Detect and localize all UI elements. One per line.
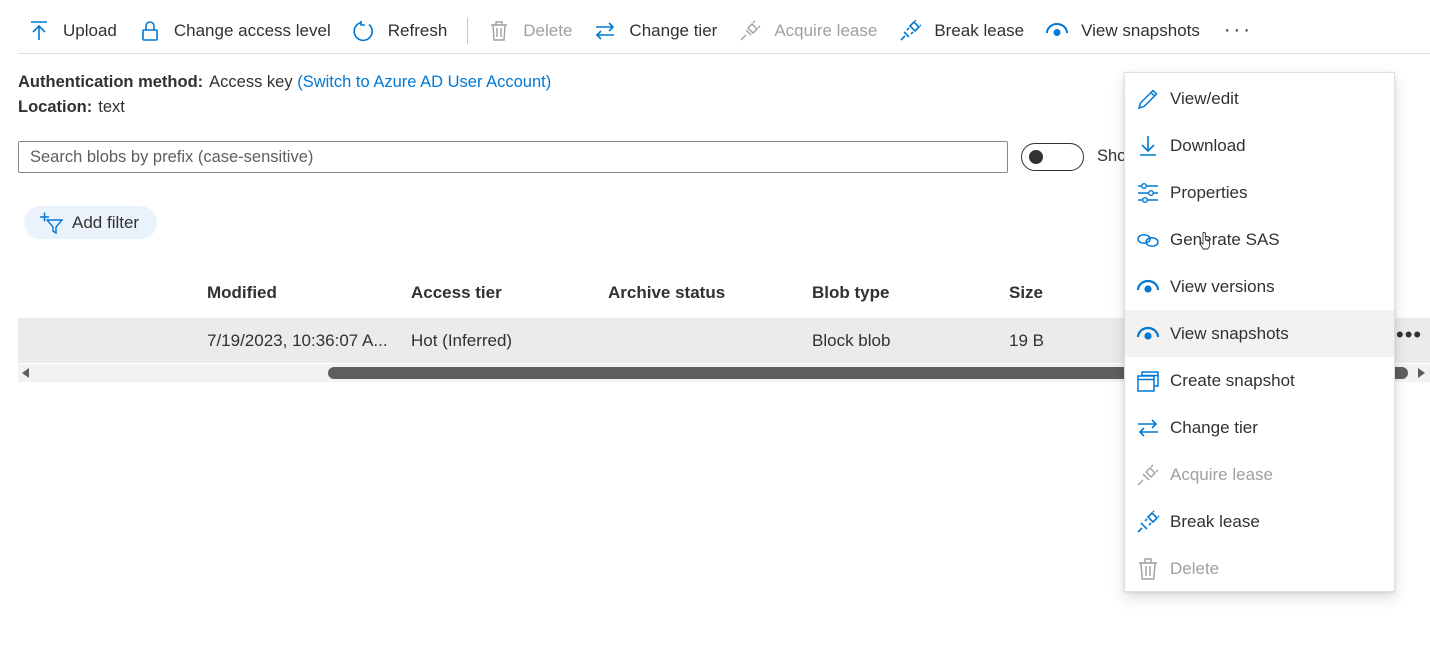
cell-modified: 7/19/2023, 10:36:07 A...	[207, 331, 388, 350]
menu-item-label: Break lease	[1170, 511, 1260, 531]
scroll-right-arrow[interactable]	[1418, 368, 1425, 378]
menu-item-acquire-lease[interactable]: Acquire lease	[1125, 451, 1394, 498]
location-label: Location:	[18, 98, 93, 116]
menu-item-delete[interactable]: Delete	[1125, 545, 1394, 592]
location-line: Location: text	[18, 98, 125, 117]
auth-method-value: Access key	[209, 73, 293, 91]
menu-item-create-snapshot[interactable]: Create snapshot	[1125, 357, 1394, 404]
toggle-knob	[1029, 150, 1043, 164]
eye-icon	[1136, 275, 1160, 299]
cell-size: 19 B	[1009, 331, 1044, 350]
menu-item-label: Generate SAS	[1170, 229, 1280, 249]
snapshot-icon	[1136, 369, 1160, 393]
switch-to-azure-ad-link[interactable]: (Switch to Azure AD User Account)	[297, 73, 551, 91]
menu-item-view-edit[interactable]: View/edit	[1125, 75, 1394, 122]
change-access-level-button[interactable]: Change access level	[129, 9, 343, 53]
menu-item-label: Delete	[1170, 558, 1220, 578]
show-deleted-toggle[interactable]	[1021, 143, 1084, 171]
command-bar: Upload Change access level Refresh Delet…	[18, 8, 1430, 54]
eye-icon	[1136, 322, 1160, 346]
row-more-actions-button[interactable]: •••	[1396, 322, 1422, 348]
download-icon	[1136, 134, 1160, 158]
cell-blob-type: Block blob	[812, 331, 891, 350]
auth-method-label: Authentication method:	[18, 73, 204, 91]
toolbar-divider	[467, 17, 469, 44]
more-commands-button[interactable]: ···	[1212, 9, 1265, 53]
break-lease-button[interactable]: Break lease	[889, 9, 1036, 53]
menu-item-properties[interactable]: Properties	[1125, 169, 1394, 216]
menu-item-break-lease[interactable]: Break lease	[1125, 498, 1394, 545]
menu-item-download[interactable]: Download	[1125, 122, 1394, 169]
view-snapshots-button[interactable]: View snapshots	[1036, 9, 1212, 53]
refresh-label: Refresh	[387, 20, 448, 40]
trash-icon	[1136, 557, 1160, 581]
change-tier-label: Change tier	[629, 20, 718, 40]
menu-item-view-versions[interactable]: View versions	[1125, 263, 1394, 310]
menu-item-generate-sas[interactable]: Generate SAS	[1125, 216, 1394, 263]
upload-icon	[28, 20, 50, 42]
add-filter-label: Add filter	[72, 212, 140, 232]
view-snapshots-label: View snapshots	[1081, 20, 1200, 40]
unplug-icon	[1136, 509, 1160, 534]
menu-item-label: Download	[1170, 135, 1246, 155]
menu-item-view-snapshots[interactable]: View snapshots	[1125, 310, 1394, 357]
swap-arrows-icon	[1136, 416, 1160, 440]
column-header-modified[interactable]: Modified	[207, 283, 277, 303]
mouse-cursor-icon	[1199, 232, 1210, 250]
pencil-icon	[1136, 87, 1160, 111]
refresh-icon	[353, 20, 375, 42]
menu-item-label: View snapshots	[1170, 323, 1289, 343]
authentication-method-line: Authentication method: Access key (Switch…	[18, 73, 551, 92]
menu-item-label: Create snapshot	[1170, 370, 1295, 390]
menu-item-label: Change tier	[1170, 417, 1258, 437]
add-filter-icon	[38, 212, 66, 234]
change-access-level-label: Change access level	[173, 20, 331, 40]
upload-label: Upload	[63, 20, 117, 40]
upload-button[interactable]: Upload	[18, 9, 129, 53]
menu-item-change-tier[interactable]: Change tier	[1125, 404, 1394, 451]
unplug-icon	[899, 19, 922, 42]
eye-icon	[1046, 20, 1069, 42]
menu-item-label: View/edit	[1170, 88, 1239, 108]
plug-icon	[739, 20, 761, 42]
lock-icon	[139, 20, 161, 42]
menu-item-label: Properties	[1170, 182, 1248, 202]
plug-icon	[1136, 463, 1160, 487]
sliders-icon	[1136, 181, 1160, 205]
refresh-button[interactable]: Refresh	[343, 9, 460, 53]
menu-item-label: View versions	[1170, 276, 1275, 296]
menu-item-label: Acquire lease	[1170, 464, 1274, 484]
trash-icon	[488, 20, 510, 42]
search-blobs-input[interactable]	[18, 141, 1008, 173]
blob-context-menu: View/edit Download Properties Generate S…	[1124, 72, 1395, 592]
delete-label: Delete	[523, 20, 573, 40]
link-icon	[1136, 228, 1160, 252]
column-header-access-tier[interactable]: Access tier	[411, 283, 502, 303]
swap-arrows-icon	[594, 20, 616, 42]
cell-access-tier: Hot (Inferred)	[411, 331, 513, 350]
acquire-lease-label: Acquire lease	[774, 20, 878, 40]
change-tier-button[interactable]: Change tier	[584, 9, 729, 53]
scroll-left-arrow[interactable]	[22, 368, 29, 378]
acquire-lease-button[interactable]: Acquire lease	[729, 9, 889, 53]
add-filter-button[interactable]: Add filter	[24, 206, 158, 239]
column-header-blob-type[interactable]: Blob type	[812, 283, 889, 303]
delete-button[interactable]: Delete	[478, 9, 584, 53]
toggle-label: Sho	[1097, 147, 1127, 165]
break-lease-label: Break lease	[934, 20, 1025, 40]
location-value: text	[98, 98, 125, 116]
column-header-size[interactable]: Size	[1009, 283, 1043, 303]
column-header-archive-status[interactable]: Archive status	[608, 283, 725, 303]
